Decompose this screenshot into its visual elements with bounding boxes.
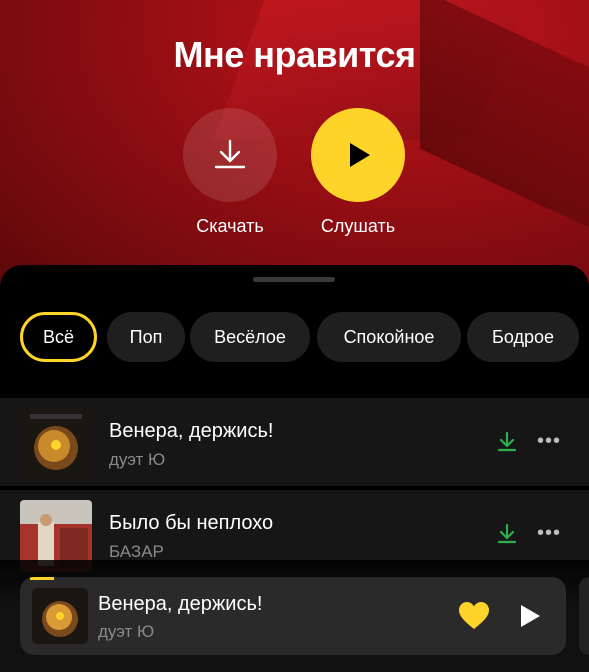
listen-button[interactable]: Слушать <box>311 108 405 236</box>
now-playing-title: Венера, держись! <box>98 593 263 615</box>
more-icon[interactable]: ••• <box>537 431 561 451</box>
now-playing-artist: дуэт Ю <box>98 622 155 641</box>
filter-chip-calm[interactable]: Спокойное <box>317 312 461 362</box>
page-title: Мне нравится <box>173 34 416 75</box>
track-artist: БАЗАР <box>109 542 164 561</box>
track-title: Венера, держись! <box>109 420 274 442</box>
filter-chip-label: Бодрое <box>492 326 554 347</box>
filter-chips: Всё Поп Весёлое Спокойное Бодрое <box>20 312 589 362</box>
filter-chip-pop[interactable]: Поп <box>107 312 185 362</box>
filter-chip-cheerful[interactable]: Весёлое <box>190 312 310 362</box>
now-playing-cover <box>32 588 88 644</box>
track-row[interactable]: Венера, держись! дуэт Ю ••• <box>0 398 589 486</box>
sheet-grabber[interactable] <box>253 277 335 282</box>
filter-chip-label: Поп <box>129 326 163 347</box>
play-icon[interactable] <box>518 603 542 629</box>
heart-icon[interactable] <box>458 601 490 631</box>
track-title: Было бы неплохо <box>109 512 274 534</box>
filter-chip-label: Всё <box>42 326 75 347</box>
download-icon <box>214 139 246 169</box>
mini-player[interactable]: Венера, держись! дуэт Ю <box>20 577 566 655</box>
playlist-header: Мне нравится Скачать Слушать <box>0 0 589 300</box>
downloaded-icon <box>497 431 517 452</box>
playback-progress <box>30 577 54 580</box>
download-button[interactable]: Скачать <box>183 108 277 236</box>
filter-chip-label: Весёлое <box>214 326 286 347</box>
filter-chip-label: Спокойное <box>343 326 435 347</box>
next-player-card-edge <box>579 577 589 655</box>
track-artist: дуэт Ю <box>109 450 166 469</box>
play-icon <box>350 143 370 167</box>
filter-chip-energetic[interactable]: Бодрое <box>467 312 579 362</box>
downloaded-icon <box>497 523 517 544</box>
filter-chip-all[interactable]: Всё <box>20 312 97 362</box>
track-cover <box>20 408 92 480</box>
listen-label: Слушать <box>320 216 396 236</box>
more-icon[interactable]: ••• <box>537 523 561 543</box>
